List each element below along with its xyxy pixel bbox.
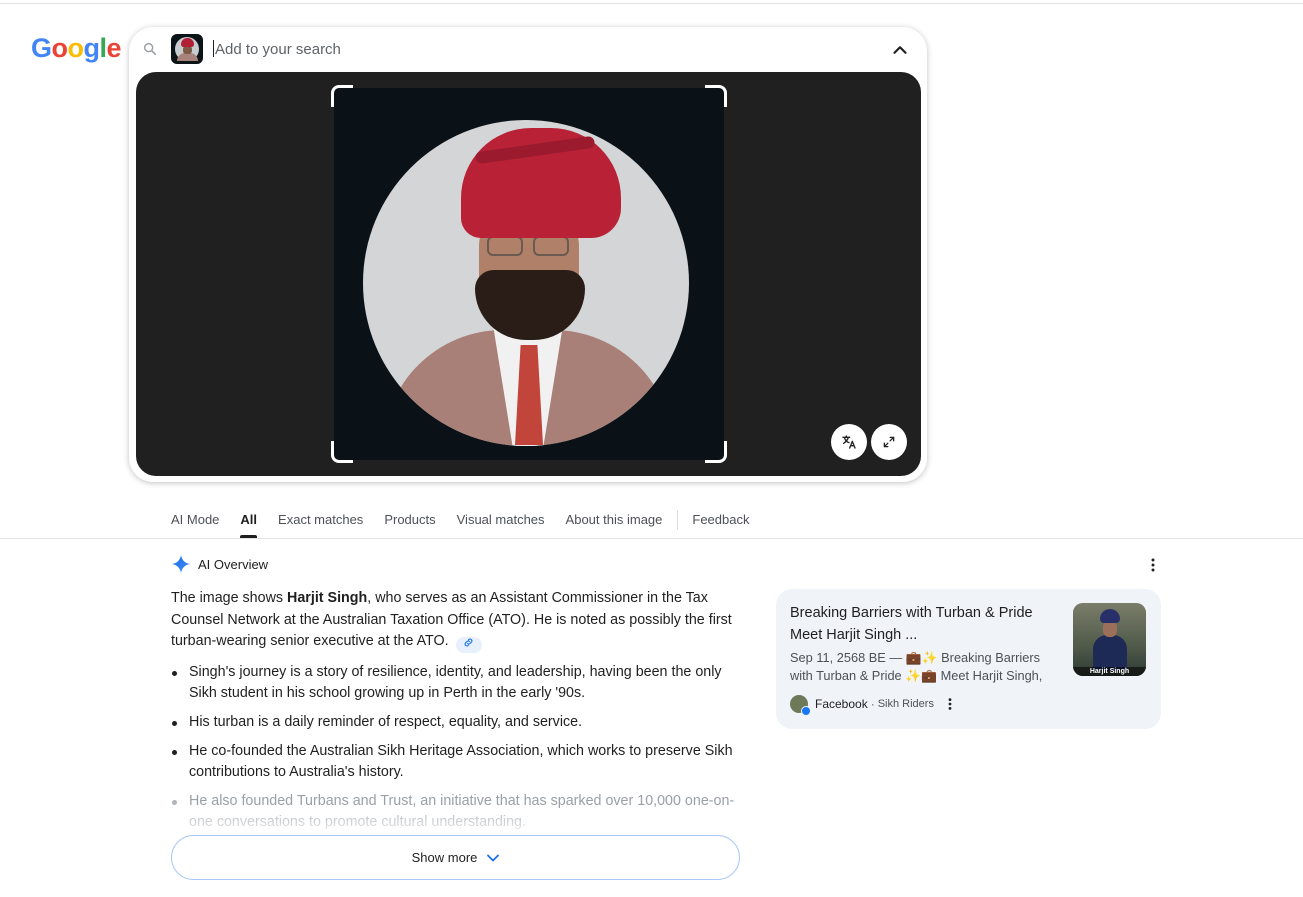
tab-divider — [677, 510, 679, 530]
ai-overview-title: AI Overview — [198, 556, 269, 572]
vertical-dots-icon — [1151, 558, 1155, 572]
logo-letter: g — [83, 33, 101, 63]
logo-letter: o — [51, 33, 69, 63]
text-caret — [213, 40, 214, 57]
facebook-favicon-icon — [790, 695, 811, 716]
crop-handle-bottom-right[interactable] — [705, 441, 727, 463]
show-more-label: Show more — [411, 850, 478, 865]
ai-overview-header: AI Overview — [171, 553, 268, 575]
search-row — [129, 27, 927, 71]
separator-dot: · — [870, 697, 875, 711]
source-snippet: Sep 11, 2568 BE — 💼✨ Breaking Barriers w… — [790, 650, 1043, 683]
expand-icon — [883, 436, 895, 448]
top-divider — [0, 3, 1303, 4]
crop-region[interactable] — [331, 85, 727, 463]
person-name: Harjit Singh — [287, 590, 368, 606]
source-title[interactable]: Breaking Barriers with Turban & Pride Me… — [790, 602, 1060, 646]
source-thumbnail[interactable]: Harjit Singh — [1073, 603, 1146, 676]
crop-handle-top-right[interactable] — [705, 85, 727, 107]
crop-handle-top-left[interactable] — [331, 85, 353, 107]
list-item: His turban is a daily reminder of respec… — [171, 712, 741, 733]
image-crop-panel — [136, 72, 921, 476]
tab-feedback[interactable]: Feedback — [692, 508, 749, 538]
link-icon — [464, 638, 473, 647]
source-site: Facebook — [815, 697, 868, 711]
logo-letter: o — [67, 33, 85, 63]
google-logo[interactable]: Google — [31, 33, 122, 64]
query-image-thumbnail[interactable] — [171, 34, 203, 64]
search-icon — [143, 42, 157, 56]
gemini-sparkle-icon — [171, 554, 191, 574]
summary-text: The image shows — [171, 590, 288, 606]
tab-exact-matches[interactable]: Exact matches — [278, 508, 363, 538]
tab-products[interactable]: Products — [384, 508, 435, 538]
list-item: Singh's journey is a story of resilience… — [171, 662, 741, 705]
vertical-dots-icon — [948, 698, 952, 710]
source-attribution: Facebook · Sikh Riders — [790, 694, 956, 716]
chevron-down-icon — [487, 854, 500, 861]
list-item: He co-founded the Australian Sikh Herita… — [171, 741, 741, 784]
ai-overview-summary: The image shows Harjit Singh, who serves… — [171, 588, 741, 653]
result-tabs: AI Mode All Exact matches Products Visua… — [171, 508, 770, 538]
tab-about-this-image[interactable]: About this image — [566, 508, 663, 538]
logo-letter: G — [31, 33, 52, 63]
thumbnail-caption: Harjit Singh — [1073, 667, 1146, 676]
search-card — [129, 27, 927, 482]
translate-button[interactable] — [831, 424, 867, 460]
translate-icon — [842, 435, 856, 449]
tab-ai-mode[interactable]: AI Mode — [171, 508, 219, 538]
search-input[interactable] — [215, 38, 815, 60]
tabs-divider — [0, 538, 1303, 539]
source-card[interactable]: Breaking Barriers with Turban & Pride Me… — [776, 589, 1161, 729]
source-more-button[interactable] — [944, 696, 956, 712]
source-link-chip[interactable] — [455, 637, 482, 653]
crop-handle-bottom-left[interactable] — [331, 441, 353, 463]
more-options-button[interactable] — [1144, 556, 1162, 574]
show-more-button[interactable]: Show more — [171, 835, 740, 880]
expand-button[interactable] — [871, 424, 907, 460]
chevron-up-icon[interactable] — [889, 39, 911, 61]
source-author: Sikh Riders — [877, 698, 934, 710]
logo-letter: e — [106, 33, 122, 63]
query-image — [363, 120, 689, 446]
logo-letter: l — [99, 33, 108, 63]
tab-all[interactable]: All — [240, 508, 257, 538]
tab-visual-matches[interactable]: Visual matches — [457, 508, 545, 538]
